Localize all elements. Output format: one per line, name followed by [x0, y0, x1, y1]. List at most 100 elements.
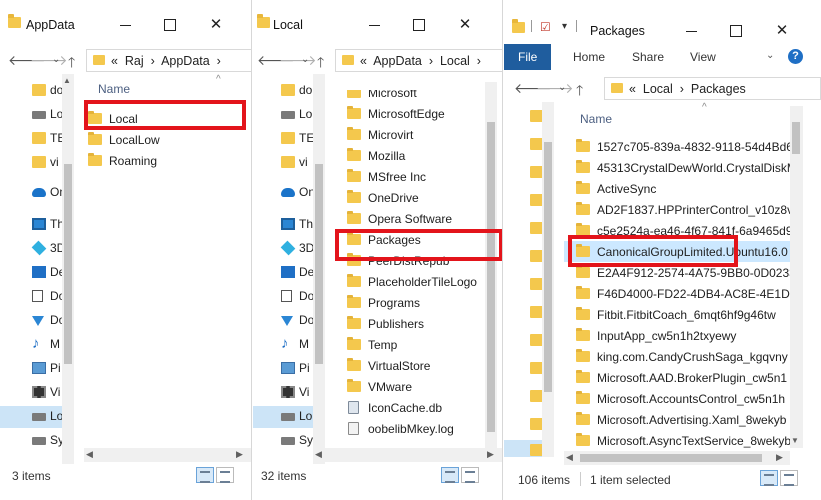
nav-item[interactable]: Do — [0, 286, 62, 308]
address-bar[interactable]: « AppData › Local › — [335, 49, 502, 72]
scroll-left-arrow-icon[interactable]: ◀ — [86, 449, 93, 460]
nav-item[interactable]: Th — [253, 214, 313, 236]
file-list-item[interactable]: ActiveSync — [564, 178, 790, 199]
file-list-item[interactable]: Fitbit.FitbitCoach_6mqt6hf9g46tw — [564, 304, 790, 325]
large-icons-view-button[interactable] — [216, 467, 234, 483]
file-list-scrollbar[interactable]: ▼ — [790, 106, 803, 448]
navigation-pane-scrollbar[interactable] — [542, 102, 554, 457]
title-bar[interactable]: AppData ✕ — [0, 0, 251, 42]
file-list-item[interactable]: Microvirt — [335, 124, 485, 145]
nav-item[interactable]: Vi — [253, 382, 313, 404]
minimize-button[interactable] — [672, 16, 712, 46]
breadcrumb-local[interactable]: Local — [440, 54, 470, 68]
breadcrumb-raj[interactable]: Raj — [125, 54, 144, 68]
breadcrumb-local[interactable]: Local — [643, 82, 673, 96]
scrollbar-thumb[interactable] — [580, 454, 762, 462]
file-list-item[interactable]: Temp — [335, 334, 485, 355]
maximize-button[interactable] — [150, 10, 190, 40]
file-list-item[interactable]: Packages — [335, 229, 485, 250]
nav-item[interactable]: Sy — [0, 430, 62, 452]
breadcrumb-appdata[interactable]: AppData — [161, 54, 210, 68]
nav-item[interactable]: vi — [0, 152, 62, 174]
details-view-button[interactable] — [760, 470, 778, 486]
scroll-down-arrow-icon[interactable]: ▼ — [791, 436, 799, 445]
file-list-item[interactable]: VMware — [335, 376, 485, 397]
minimize-button[interactable] — [106, 10, 146, 40]
large-icons-view-button[interactable] — [461, 467, 479, 483]
file-list-item[interactable]: Microsoft.AsyncTextService_8wekyb — [564, 430, 790, 450]
file-list-item[interactable]: IconCache.db — [335, 397, 485, 418]
nav-item[interactable]: De — [253, 262, 313, 284]
nav-item[interactable]: Vi — [0, 382, 62, 404]
forward-arrow-icon[interactable]: 🡒 — [30, 52, 68, 69]
file-list-item[interactable]: Programs — [335, 292, 485, 313]
breadcrumb-separator[interactable]: › — [151, 54, 155, 68]
properties-check-icon[interactable]: ☑ — [540, 20, 551, 34]
tab-share[interactable]: Share — [632, 44, 664, 70]
file-list-item[interactable]: F46D4000-FD22-4DB4-AC8E-4E1DDE — [564, 283, 790, 304]
nav-item[interactable]: Pi — [253, 358, 313, 380]
expand-ribbon-chevron-icon[interactable]: ⌄ — [766, 50, 774, 61]
file-list-item[interactable]: MSfree Inc — [335, 166, 485, 187]
scroll-right-arrow-icon[interactable]: ▶ — [487, 449, 494, 460]
scrollbar-thumb[interactable] — [315, 164, 323, 364]
navigation-pane-scrollbar[interactable]: ▲ — [62, 74, 74, 464]
horizontal-scrollbar[interactable]: ◀ ▶ — [313, 448, 502, 462]
navigation-pane-scrollbar[interactable] — [313, 74, 325, 464]
file-list-item[interactable]: oobelibMkey.log — [335, 418, 485, 439]
nav-item[interactable]: do — [0, 80, 62, 102]
nav-item[interactable]: On — [253, 182, 313, 204]
file-list-item[interactable]: Mozilla — [335, 145, 485, 166]
address-bar[interactable]: « Raj › AppData › — [86, 49, 251, 72]
file-list-item[interactable]: Microsoft — [335, 90, 485, 103]
details-view-button[interactable] — [196, 467, 214, 483]
column-header[interactable]: ^ Name — [76, 74, 251, 100]
file-list-item[interactable]: c5e2524a-ea46-4f67-841f-6a9465d9c — [564, 220, 790, 241]
column-header[interactable]: ^ Name — [564, 102, 790, 128]
file-list-item[interactable]: CanonicalGroupLimited.Ubuntu16.0 — [564, 241, 790, 262]
nav-item[interactable]: ♪ M — [0, 334, 62, 356]
details-view-button[interactable] — [441, 467, 459, 483]
breadcrumb-separator[interactable]: › — [680, 82, 684, 96]
nav-item[interactable]: Lo — [253, 406, 313, 428]
recent-locations-chevron-icon[interactable]: ⌄ — [558, 82, 566, 93]
maximize-button[interactable] — [399, 10, 439, 40]
nav-item[interactable]: Pi — [0, 358, 62, 380]
file-list-item[interactable]: MicrosoftEdge — [335, 103, 485, 124]
file-list-item[interactable]: Microsoft.Advertising.Xaml_8wekyb — [564, 409, 790, 430]
up-arrow-icon[interactable]: 🡑 — [68, 52, 75, 76]
title-bar[interactable]: Local ✕ — [253, 0, 502, 42]
nav-item[interactable]: Do — [0, 310, 62, 332]
file-list-item[interactable]: OneDrive — [335, 187, 485, 208]
tab-view[interactable]: View — [690, 44, 716, 70]
file-list-scrollbar[interactable] — [485, 82, 497, 448]
large-icons-view-button[interactable] — [780, 470, 798, 486]
file-list-item[interactable]: Microsoft.AccountsControl_cw5n1h — [564, 388, 790, 409]
nav-item[interactable]: vi — [253, 152, 313, 174]
nav-item[interactable]: De — [0, 262, 62, 284]
nav-item[interactable]: ♪ M — [253, 334, 313, 356]
column-name[interactable]: Name — [98, 82, 130, 96]
file-list-item[interactable]: 1527c705-839a-4832-9118-54d4Bd6a — [564, 136, 790, 157]
file-list-item[interactable]: E2A4F912-2574-4A75-9BB0-0D02337 — [564, 262, 790, 283]
breadcrumb-overflow[interactable]: « — [360, 54, 367, 68]
close-button[interactable]: ✕ — [445, 10, 485, 40]
nav-item[interactable]: Do — [253, 310, 313, 332]
recent-locations-chevron-icon[interactable]: ⌄ — [301, 54, 309, 65]
file-list-item[interactable]: Microsoft.AAD.BrokerPlugin_cw5n1 — [564, 367, 790, 388]
maximize-button[interactable] — [716, 16, 756, 46]
nav-item[interactable]: One — [0, 182, 62, 204]
file-list-item[interactable]: LocalLow — [76, 129, 251, 150]
file-list-item[interactable]: Publishers — [335, 313, 485, 334]
minimize-button[interactable] — [355, 10, 395, 40]
horizontal-scrollbar[interactable]: ◀ ▶ — [84, 448, 251, 462]
up-arrow-icon[interactable]: 🡑 — [317, 52, 324, 76]
title-bar[interactable]: ☑ ▾ Packages ✕ — [504, 0, 821, 42]
file-list-item[interactable]: king.com.CandyCrushSaga_kgqvny — [564, 346, 790, 367]
address-bar[interactable]: « Local › Packages — [604, 77, 821, 100]
nav-item[interactable]: 3D — [0, 238, 62, 260]
nav-item[interactable]: 3D — [253, 238, 313, 260]
scroll-left-arrow-icon[interactable]: ◀ — [566, 452, 573, 463]
scroll-left-arrow-icon[interactable]: ◀ — [315, 449, 322, 460]
column-name[interactable]: Name — [580, 112, 612, 126]
